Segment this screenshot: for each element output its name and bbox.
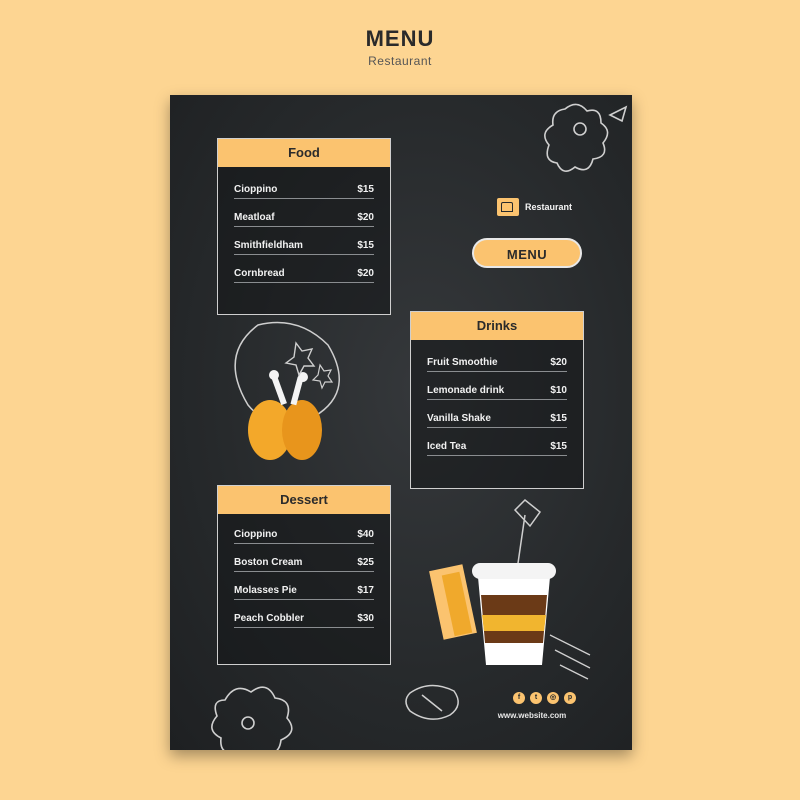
item-price: $30 bbox=[357, 613, 374, 624]
drinks-panel: Drinks Fruit Smoothie $20 Lemonade drink… bbox=[410, 311, 584, 489]
page-subtitle: Restaurant bbox=[368, 54, 432, 68]
list-item: Iced Tea $15 bbox=[427, 434, 567, 462]
food-panel: Food Cioppino $15 Meatloaf $20 Smithfiel… bbox=[217, 138, 391, 315]
item-name: Lemonade drink bbox=[427, 385, 505, 396]
item-price: $17 bbox=[357, 585, 374, 596]
item-name: Smithfieldham bbox=[234, 240, 303, 251]
item-price: $20 bbox=[357, 212, 374, 223]
list-item: Peach Cobbler $30 bbox=[234, 606, 374, 634]
twitter-icon[interactable]: t bbox=[530, 692, 542, 704]
item-name: Peach Cobbler bbox=[234, 613, 305, 624]
item-price: $15 bbox=[357, 240, 374, 251]
item-price: $15 bbox=[550, 441, 567, 452]
list-item: Boston Cream $25 bbox=[234, 550, 374, 578]
menu-button[interactable]: MENU bbox=[472, 238, 582, 268]
item-name: Molasses Pie bbox=[234, 585, 297, 596]
item-name: Cioppino bbox=[234, 529, 278, 540]
item-name: Iced Tea bbox=[427, 441, 467, 452]
item-divider bbox=[234, 599, 374, 600]
item-name: Cioppino bbox=[234, 184, 278, 195]
item-divider bbox=[234, 254, 374, 255]
item-name: Fruit Smoothie bbox=[427, 357, 498, 368]
item-price: $25 bbox=[357, 557, 374, 568]
dessert-title: Dessert bbox=[218, 486, 390, 514]
instagram-icon[interactable]: ◎ bbox=[547, 692, 559, 704]
item-price: $20 bbox=[357, 268, 374, 279]
list-item: Smithfieldham $15 bbox=[234, 233, 374, 261]
list-item: Cioppino $40 bbox=[234, 522, 374, 550]
item-price: $15 bbox=[550, 413, 567, 424]
brand: Restaurant bbox=[497, 198, 572, 216]
food-title: Food bbox=[218, 139, 390, 167]
social-links: f t ◎ p bbox=[513, 692, 576, 704]
item-divider bbox=[427, 427, 567, 428]
item-name: Boston Cream bbox=[234, 557, 303, 568]
list-item: Meatloaf $20 bbox=[234, 205, 374, 233]
item-divider bbox=[234, 282, 374, 283]
dessert-panel: Dessert Cioppino $40 Boston Cream $25 Mo… bbox=[217, 485, 391, 665]
item-price: $20 bbox=[550, 357, 567, 368]
item-divider bbox=[427, 371, 567, 372]
item-divider bbox=[234, 543, 374, 544]
wrap-doodle-icon bbox=[405, 684, 459, 720]
item-divider bbox=[234, 198, 374, 199]
facebook-icon[interactable]: f bbox=[513, 692, 525, 704]
list-item: Molasses Pie $17 bbox=[234, 578, 374, 606]
list-item: Cornbread $20 bbox=[234, 261, 374, 289]
item-divider bbox=[234, 627, 374, 628]
website-link[interactable]: www.website.com bbox=[482, 711, 582, 720]
item-divider bbox=[427, 455, 567, 456]
item-divider bbox=[234, 226, 374, 227]
coffee-fries-icon bbox=[429, 498, 591, 680]
item-name: Vanilla Shake bbox=[427, 413, 491, 424]
item-name: Meatloaf bbox=[234, 212, 275, 223]
flower-doodle-icon bbox=[544, 103, 628, 172]
list-item: Lemonade drink $10 bbox=[427, 378, 567, 406]
item-name: Cornbread bbox=[234, 268, 285, 279]
storefront-icon bbox=[497, 198, 519, 216]
page-title: MENU bbox=[365, 26, 435, 51]
menu-board: Food Cioppino $15 Meatloaf $20 Smithfiel… bbox=[170, 95, 632, 750]
item-price: $10 bbox=[550, 385, 567, 396]
item-price: $15 bbox=[357, 184, 374, 195]
item-price: $40 bbox=[357, 529, 374, 540]
drinks-title: Drinks bbox=[411, 312, 583, 340]
list-item: Fruit Smoothie $20 bbox=[427, 350, 567, 378]
list-item: Vanilla Shake $15 bbox=[427, 406, 567, 434]
item-divider bbox=[427, 399, 567, 400]
list-item: Cioppino $15 bbox=[234, 177, 374, 205]
pinterest-icon[interactable]: p bbox=[564, 692, 576, 704]
flower-doodle-bottom-icon bbox=[211, 686, 293, 750]
chicken-legs-icon bbox=[234, 321, 340, 460]
item-divider bbox=[234, 571, 374, 572]
brand-name: Restaurant bbox=[525, 202, 573, 212]
